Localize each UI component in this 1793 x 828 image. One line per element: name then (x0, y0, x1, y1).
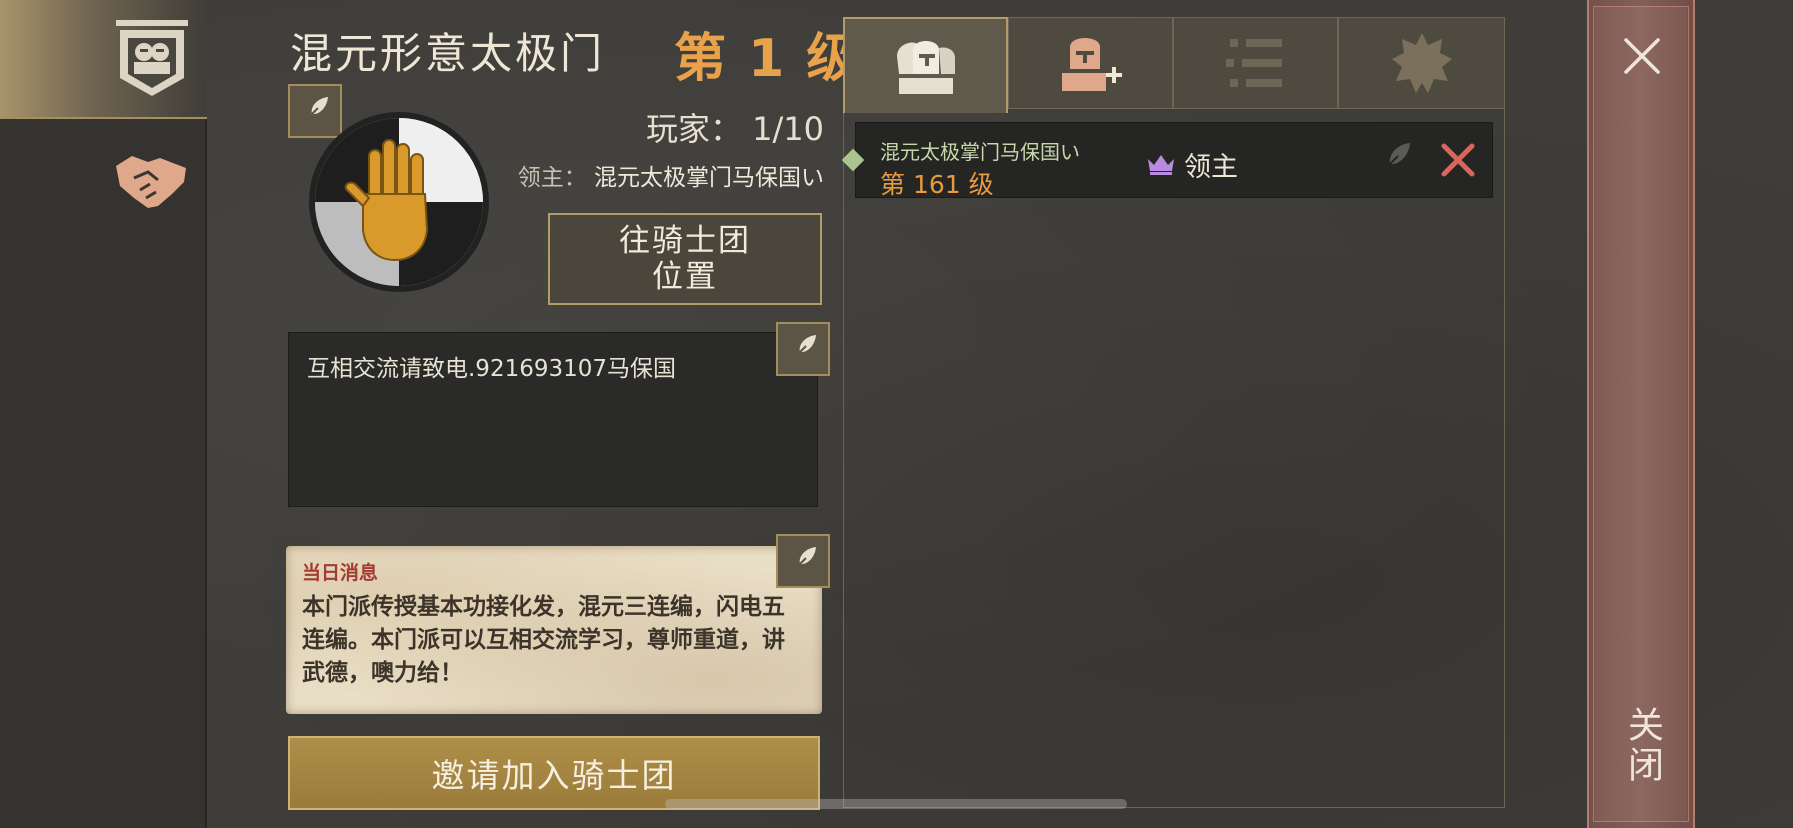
add-member-icon (1061, 38, 1122, 91)
handshake-icon[interactable] (114, 148, 190, 214)
members-icon (896, 41, 955, 94)
quill-icon (789, 335, 816, 363)
goto-location-line2: 位置 (652, 259, 718, 295)
member-role: 领主 (1146, 146, 1238, 183)
tab-add-member[interactable] (1008, 17, 1173, 109)
lord-info: 领主： 混元太极掌门马保国い (500, 158, 824, 192)
left-rail (0, 119, 207, 828)
lord-name: 混元太极掌门马保国い (594, 165, 824, 191)
guild-level: 第 1 级 (674, 29, 861, 89)
notice-body: 本门派传授基本功接化发，混元三连编，闪电五连编。本门派可以互相交流学习，尊师重道… (302, 594, 785, 686)
tab-members[interactable] (843, 17, 1008, 113)
tab-emblem[interactable] (1338, 17, 1505, 109)
edit-description-button[interactable] (776, 322, 830, 376)
emblem-star-icon (1391, 33, 1452, 93)
close-icon[interactable] (1620, 34, 1664, 78)
player-count: 玩家： 1/10 (645, 110, 824, 148)
panel-tabs (843, 17, 1505, 113)
goto-location-button[interactable]: 往骑士团 位置 (548, 213, 822, 305)
lord-label: 领主： (517, 165, 587, 191)
crown-icon (1148, 155, 1174, 175)
guild-description: 互相交流请致电.921693107马保国 (288, 332, 818, 507)
quill-icon (789, 547, 816, 575)
edit-notice-button[interactable] (776, 534, 830, 588)
list-icon (1225, 39, 1282, 87)
goto-location-line1: 往骑士团 (619, 223, 751, 259)
member-level: 第 161 级 (880, 170, 994, 199)
member-name: 混元太极掌门马保国い (880, 140, 1080, 164)
close-strip-border (1593, 6, 1689, 822)
daily-notice: 当日消息 本门派传授基本功接化发，混元三连编，闪电五连编。本门派可以互相交流学习… (286, 546, 822, 714)
notice-title: 当日消息 (302, 562, 379, 584)
home-indicator[interactable] (665, 799, 1127, 809)
member-role-label: 领主 (1184, 151, 1238, 183)
guild-emblem (309, 112, 489, 292)
kick-member-icon[interactable] (1438, 140, 1478, 180)
guild-name: 混元形意太极门 (290, 29, 606, 78)
tab-list[interactable] (1173, 17, 1338, 109)
members-panel (843, 108, 1505, 808)
close-label[interactable]: 关闭 (1620, 706, 1668, 790)
guild-crest-icon[interactable] (114, 18, 190, 100)
quill-icon[interactable] (1374, 140, 1414, 180)
